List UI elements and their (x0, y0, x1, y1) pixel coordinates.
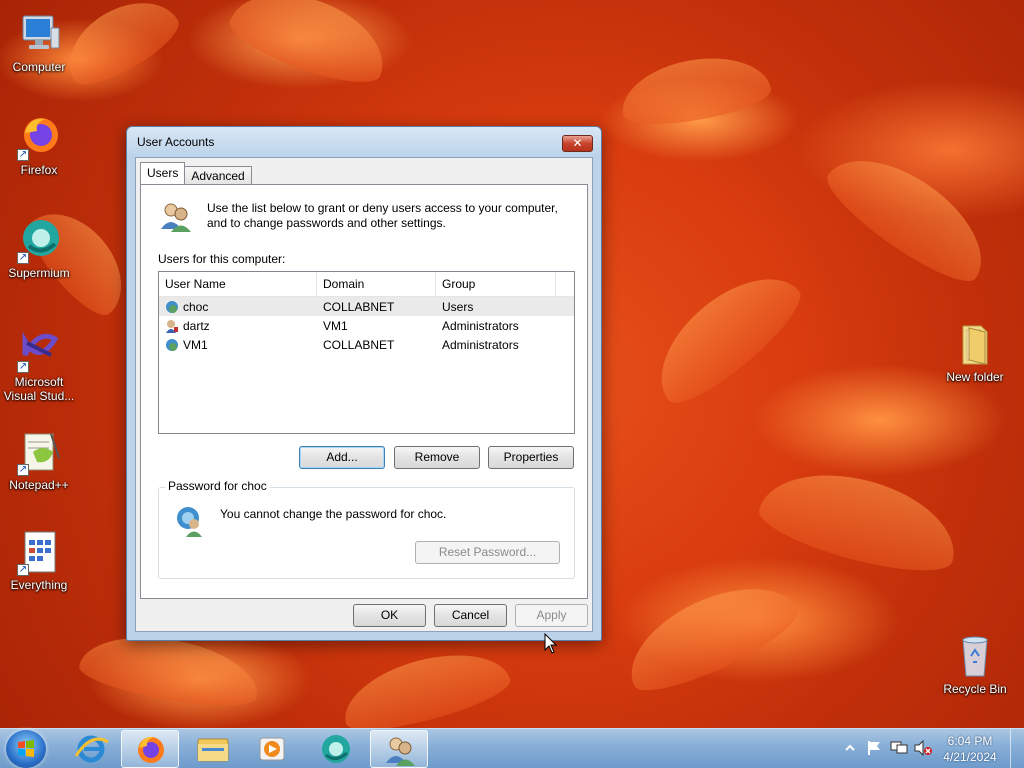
column-header-group[interactable]: Group (436, 272, 556, 296)
action-center-flag-icon[interactable] (866, 740, 882, 756)
start-button[interactable] (6, 730, 46, 768)
shortcut-arrow-icon: ↗ (17, 252, 29, 264)
group-cell: Administrators (442, 318, 519, 333)
volume-muted-icon[interactable] (914, 740, 932, 756)
desktop-icon-label: Microsoft Visual Stud... (3, 375, 75, 403)
show-desktop-button[interactable] (1010, 729, 1024, 768)
domain-user-icon (165, 338, 179, 352)
user-name: choc (183, 299, 209, 314)
users-tab-panel: Use the list below to grant or deny user… (140, 184, 588, 599)
user-accounts-dialog: User Accounts ✕ Users Advanced Use the l… (126, 126, 602, 641)
clock-time: 6:04 PM (947, 734, 993, 748)
shortcut-arrow-icon: ↗ (17, 361, 29, 373)
taskbar-media-player[interactable] (243, 730, 301, 768)
properties-button[interactable]: Properties (488, 446, 574, 469)
desktop-icon-label: Supermium (8, 266, 70, 280)
user-name: VM1 (183, 337, 208, 352)
domain-user-icon (165, 300, 179, 314)
remove-button[interactable]: Remove (394, 446, 480, 469)
domain-cell: VM1 (323, 318, 348, 333)
column-header-user-name[interactable]: User Name (159, 272, 317, 296)
intro-text: Use the list below to grant or deny user… (207, 201, 558, 230)
desktop-icon-label: Notepad++ (9, 478, 69, 492)
list-header: User Name Domain Group (159, 272, 574, 297)
password-group-title: Password for choc (165, 479, 270, 493)
clock-date: 4/21/2024 (943, 750, 997, 764)
desktop-icon-new-folder[interactable]: New folder (937, 320, 1013, 384)
tab-advanced[interactable]: Advanced (184, 166, 252, 186)
desktop-icon-everything[interactable]: ↗ Everything (1, 528, 77, 592)
tab-users[interactable]: Users (140, 162, 186, 184)
user-password-icon (173, 504, 207, 538)
group-cell: Users (442, 299, 474, 314)
password-message: You cannot change the password for choc. (220, 507, 447, 521)
taskbar-user-accounts[interactable] (370, 730, 428, 768)
users-icon (386, 737, 415, 766)
desktop-icon-label: Everything (10, 578, 68, 592)
ok-button[interactable]: OK (353, 604, 426, 627)
users-icon (159, 201, 193, 233)
desktop-icon-visual-studio[interactable]: ↗ Microsoft Visual Stud... (1, 325, 77, 403)
taskbar-internet-explorer[interactable] (62, 730, 120, 768)
media-player-icon (259, 737, 285, 761)
close-button[interactable]: ✕ (562, 135, 593, 152)
dialog-client-area: Users Advanced Use the list below to gra… (135, 157, 593, 632)
taskbar-file-explorer[interactable] (184, 730, 242, 768)
recycle-bin-icon (951, 632, 999, 680)
cancel-button[interactable]: Cancel (434, 604, 507, 627)
user-name: dartz (183, 318, 210, 333)
internet-explorer-icon (74, 735, 109, 763)
notepadpp-icon: ↗ (15, 428, 63, 476)
add-button[interactable]: Add... (299, 446, 385, 469)
show-hidden-icons-icon[interactable] (844, 742, 856, 754)
windows-logo-icon (18, 740, 34, 757)
desktop-icon-label: Computer (12, 60, 66, 74)
folder-icon (951, 320, 999, 368)
user-cell: choc (159, 300, 317, 314)
shortcut-arrow-icon: ↗ (17, 464, 29, 476)
network-icon[interactable] (890, 740, 908, 756)
desktop-icon-computer[interactable]: Computer (1, 10, 77, 74)
taskbar-supermium[interactable] (307, 730, 365, 768)
taskbar-firefox[interactable] (121, 730, 179, 768)
users-list-label: Users for this computer: (158, 252, 286, 266)
user-cell: dartz (159, 319, 317, 333)
desktop-icon-label: New folder (946, 370, 1004, 384)
apply-button[interactable]: Apply (515, 604, 588, 627)
clock[interactable]: 6:04 PM 4/21/2024 (940, 733, 1000, 765)
firefox-icon: ↗ (15, 113, 63, 161)
table-row[interactable]: dartz VM1 Administrators (159, 316, 574, 335)
desktop-icon-recycle-bin[interactable]: Recycle Bin (937, 632, 1013, 696)
desktop-icon-firefox[interactable]: ↗ Firefox (1, 113, 77, 177)
desktop-icon-label: Recycle Bin (943, 682, 1007, 696)
domain-cell: COLLABNET (323, 337, 395, 352)
password-groupbox: Password for choc You cannot change the … (158, 479, 575, 579)
users-list[interactable]: User Name Domain Group choc COLLABNET Us… (158, 271, 575, 434)
desktop-icon-supermium[interactable]: ↗ Supermium (1, 216, 77, 280)
column-header-domain[interactable]: Domain (317, 272, 436, 296)
local-user-icon (165, 319, 179, 333)
domain-cell: COLLABNET (323, 299, 395, 314)
tab-strip: Users Advanced (140, 162, 252, 186)
reset-password-button[interactable]: Reset Password... (415, 541, 560, 564)
mouse-cursor-icon (544, 633, 558, 654)
supermium-icon (322, 735, 350, 763)
dialog-title: User Accounts (137, 135, 215, 149)
desktop-icon-label: Firefox (20, 163, 58, 177)
taskbar: 6:04 PM 4/21/2024 (0, 728, 1024, 768)
table-row[interactable]: choc COLLABNET Users (159, 297, 574, 316)
firefox-icon (138, 736, 164, 763)
group-cell: Administrators (442, 337, 519, 352)
supermium-icon: ↗ (15, 216, 63, 264)
visual-studio-icon: ↗ (15, 325, 63, 373)
computer-icon (15, 10, 63, 58)
folder-icon (197, 738, 229, 762)
table-row[interactable]: VM1 COLLABNET Administrators (159, 335, 574, 354)
dialog-titlebar[interactable]: User Accounts (127, 127, 601, 157)
desktop-icon-notepadpp[interactable]: ↗ Notepad++ (1, 428, 77, 492)
shortcut-arrow-icon: ↗ (17, 149, 29, 161)
shortcut-arrow-icon: ↗ (17, 564, 29, 576)
everything-icon: ↗ (15, 528, 63, 576)
user-cell: VM1 (159, 338, 317, 352)
